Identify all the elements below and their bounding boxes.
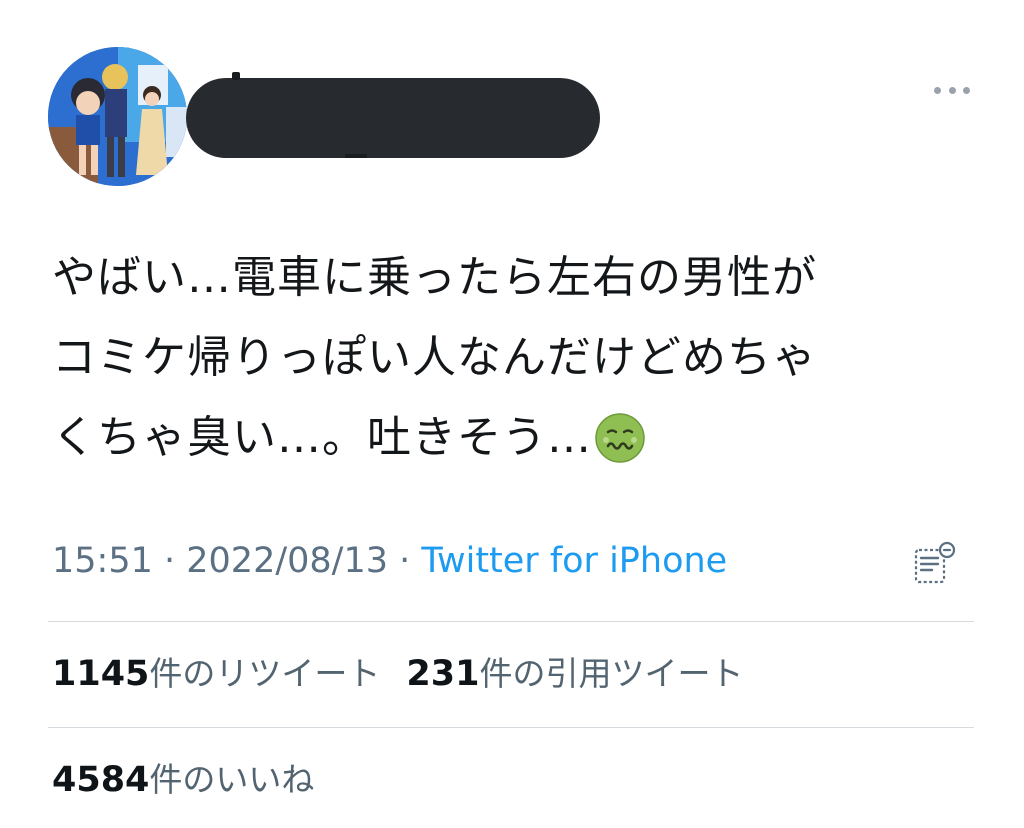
like-count: 4584 — [52, 760, 150, 800]
meta-separator: · — [388, 541, 422, 581]
divider — [48, 621, 974, 622]
tweet-text: やばい…電車に乗ったら左右の男性が コミケ帰りっぽい人なんだけどめちゃ くちゃ臭… — [52, 238, 972, 478]
retweet-stats-row: 1145件のリツイート 231件の引用ツイート — [52, 651, 743, 697]
like-label: 件のいいね — [149, 760, 315, 799]
meta-separator: · — [152, 541, 187, 581]
avatar-image — [48, 47, 187, 186]
redacted-username — [186, 78, 600, 158]
retweet-count: 1145 — [52, 654, 150, 694]
profile-avatar[interactable] — [48, 47, 187, 186]
likes-stats-row: 4584件のいいね — [52, 757, 314, 803]
retweet-label: 件のリツイート — [149, 654, 381, 693]
quote-count: 231 — [406, 654, 480, 694]
tweet-source-link[interactable]: Twitter for iPhone — [421, 541, 727, 581]
more-options-icon[interactable] — [934, 80, 970, 100]
tweet-time[interactable]: 15:51 — [52, 541, 153, 581]
tweet-text-line: くちゃ臭い…。吐きそう… — [52, 398, 972, 478]
likes-stat[interactable]: 4584件のいいね — [52, 760, 315, 800]
quote-tweets-stat[interactable]: 231件の引用ツイート — [406, 654, 744, 694]
retweets-stat[interactable]: 1145件のリツイート — [52, 654, 381, 694]
tweet-date[interactable]: 2022/08/13 — [186, 541, 388, 581]
tweet-text-line: コミケ帰りっぽい人なんだけどめちゃ — [52, 332, 817, 383]
redaction-artifact — [232, 72, 240, 80]
tweet-analytics-icon[interactable] — [912, 540, 958, 586]
tweet-text-line: やばい…電車に乗ったら左右の男性が — [52, 252, 817, 303]
divider — [48, 727, 974, 728]
nauseated-face-icon — [595, 413, 645, 463]
quote-label: 件の引用ツイート — [479, 654, 744, 693]
tweet-meta: 15:51 · 2022/08/13 · Twitter for iPhone — [52, 538, 727, 584]
redaction-artifact — [345, 154, 367, 158]
tweet-text-segment: くちゃ臭い…。吐きそう… — [52, 412, 592, 463]
